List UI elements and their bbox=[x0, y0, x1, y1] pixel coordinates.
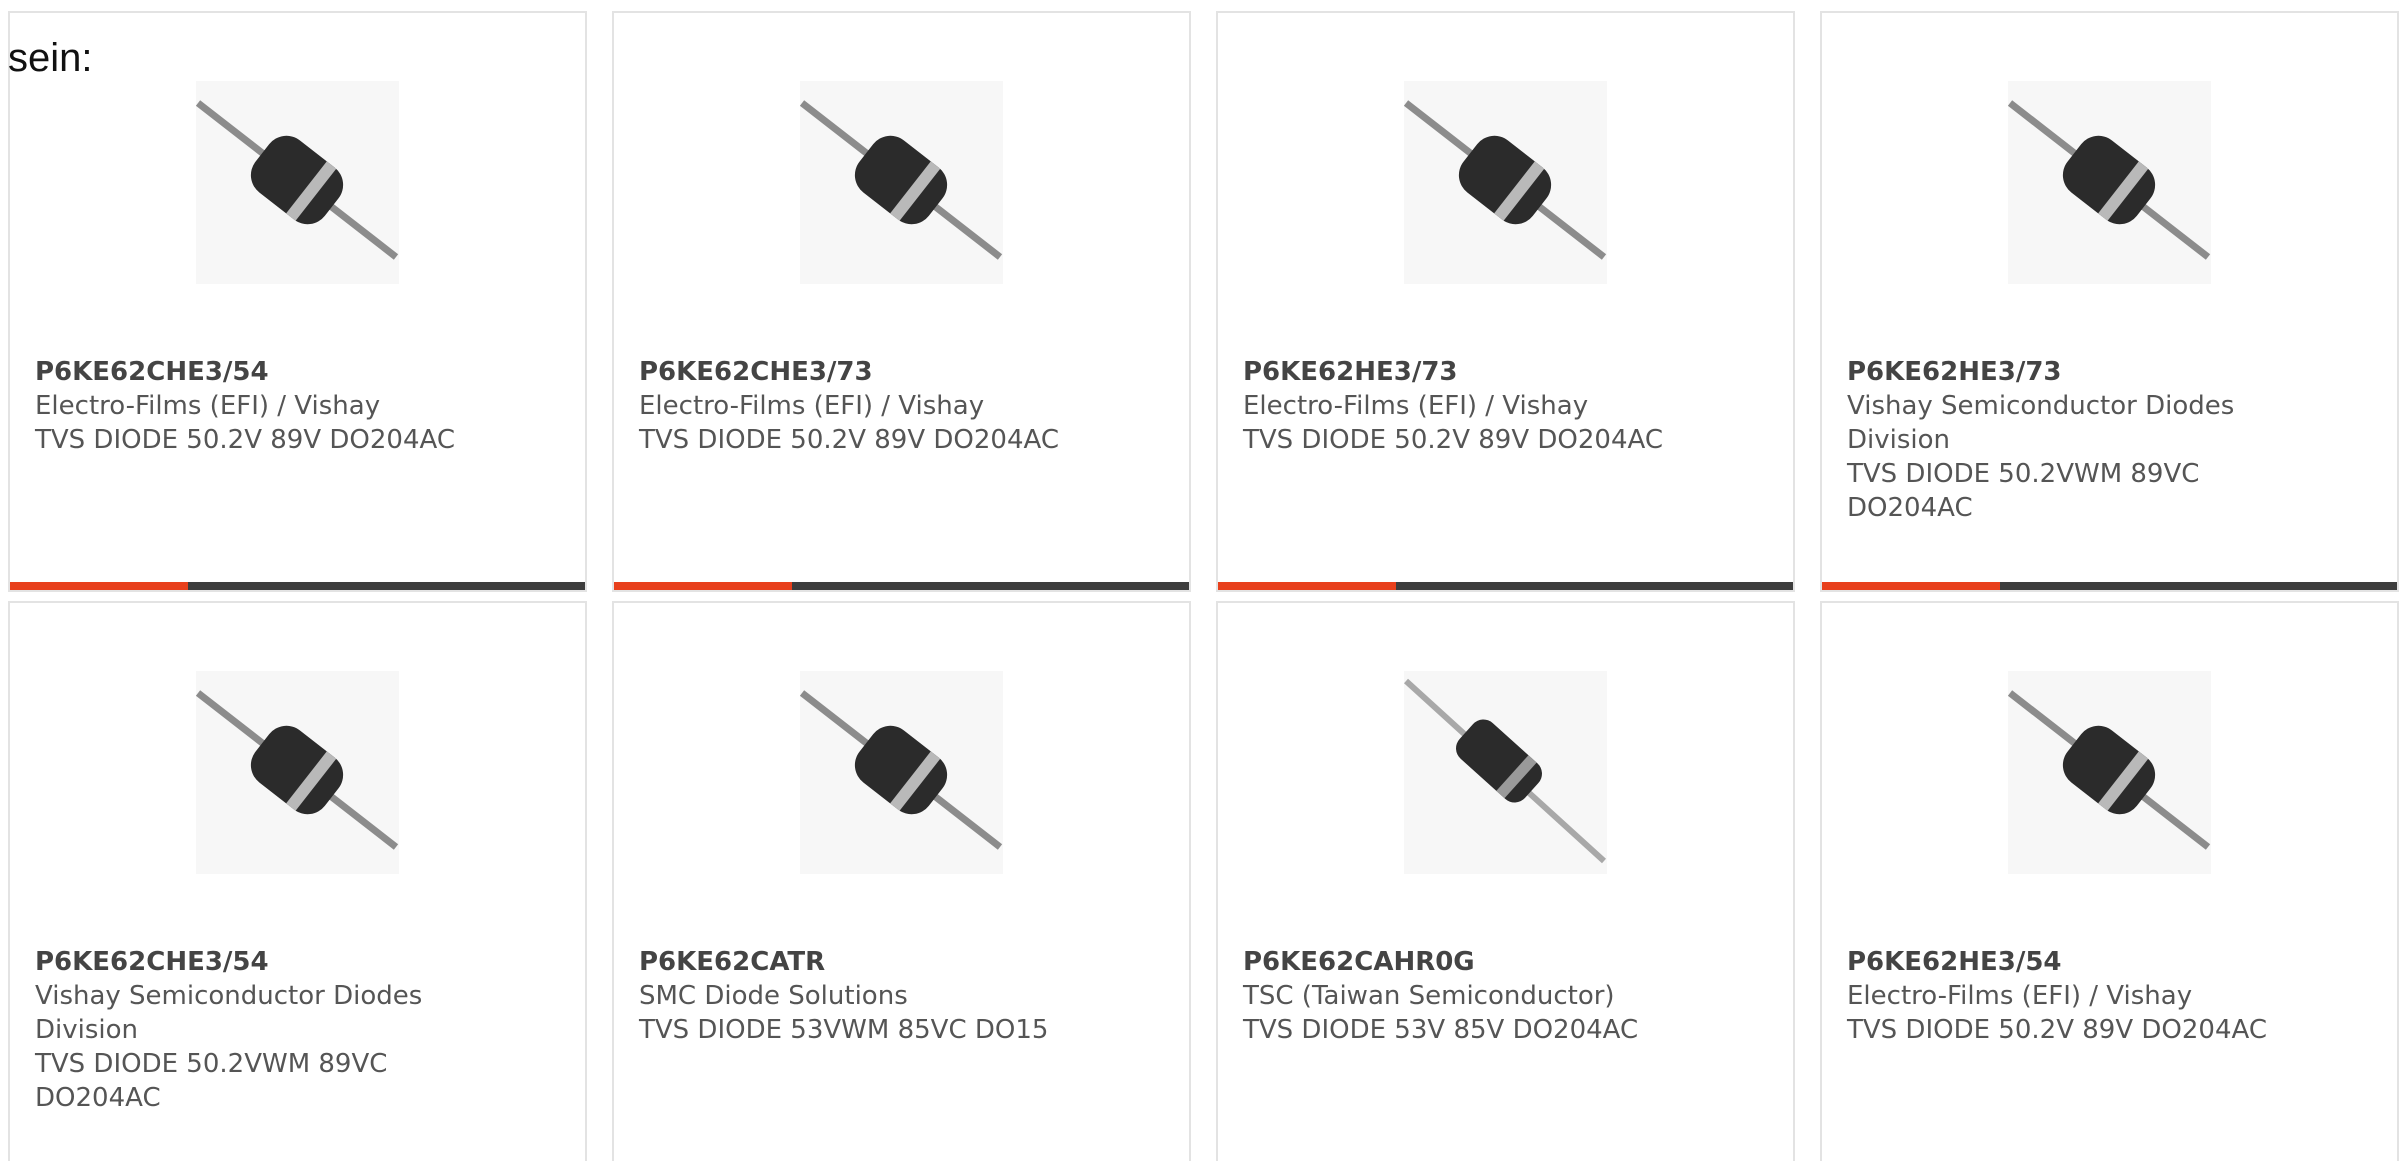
product-image[interactable] bbox=[800, 671, 1003, 874]
product-image[interactable] bbox=[1404, 671, 1607, 874]
card-progress-fill bbox=[10, 582, 189, 590]
product-image[interactable] bbox=[1404, 81, 1607, 284]
product-description: TVS DIODE 50.2VWM 89VC DO204AC bbox=[35, 1049, 388, 1113]
axial-diode-icon bbox=[2008, 100, 2211, 260]
product-info: P6KE62CHE3/54 Vishay Semiconductor Diode… bbox=[35, 945, 455, 1115]
axial-diode-icon bbox=[800, 100, 1003, 260]
product-info: P6KE62HE3/73 Vishay Semiconductor Diodes… bbox=[1847, 355, 2267, 525]
product-image[interactable] bbox=[2008, 81, 2211, 284]
part-number-link[interactable]: P6KE62CAHR0G bbox=[1243, 945, 1663, 979]
product-image[interactable] bbox=[196, 81, 399, 284]
product-info: P6KE62HE3/73 Electro-Films (EFI) / Visha… bbox=[1243, 355, 1663, 457]
manufacturer-name: Electro-Films (EFI) / Vishay bbox=[1847, 981, 2193, 1011]
product-description: TVS DIODE 50.2V 89V DO204AC bbox=[35, 425, 455, 455]
product-card[interactable]: P6KE62CATR SMC Diode Solutions TVS DIODE… bbox=[612, 601, 1191, 1161]
part-number-link[interactable]: P6KE62HE3/54 bbox=[1847, 945, 2267, 979]
product-description: TVS DIODE 50.2V 89V DO204AC bbox=[639, 425, 1059, 455]
product-card[interactable]: P6KE62CHE3/54 Electro-Films (EFI) / Vish… bbox=[8, 11, 587, 592]
card-progress-bar bbox=[614, 582, 1189, 590]
product-card[interactable]: P6KE62HE3/73 Vishay Semiconductor Diodes… bbox=[1820, 11, 2399, 592]
manufacturer-name: Electro-Films (EFI) / Vishay bbox=[1243, 391, 1589, 421]
card-progress-fill bbox=[1218, 582, 1397, 590]
part-number-link[interactable]: P6KE62CHE3/54 bbox=[35, 355, 455, 389]
product-image[interactable] bbox=[2008, 671, 2211, 874]
product-card[interactable]: P6KE62HE3/73 Electro-Films (EFI) / Visha… bbox=[1216, 11, 1795, 592]
manufacturer-name: Electro-Films (EFI) / Vishay bbox=[639, 391, 985, 421]
axial-diode-icon bbox=[800, 690, 1003, 850]
axial-diode-icon bbox=[1404, 100, 1607, 260]
card-progress-bar bbox=[10, 582, 585, 590]
product-image[interactable] bbox=[800, 81, 1003, 284]
axial-diode-slim-icon bbox=[1404, 678, 1607, 864]
part-number-link[interactable]: P6KE62HE3/73 bbox=[1847, 355, 2267, 389]
product-description: TVS DIODE 53VWM 85VC DO15 bbox=[639, 1015, 1049, 1045]
product-card[interactable]: P6KE62CAHR0G TSC (Taiwan Semiconductor) … bbox=[1216, 601, 1795, 1161]
product-description: TVS DIODE 53V 85V DO204AC bbox=[1243, 1015, 1639, 1045]
part-number-link[interactable]: P6KE62CHE3/54 bbox=[35, 945, 455, 979]
card-progress-fill bbox=[1822, 582, 2001, 590]
product-image[interactable] bbox=[196, 671, 399, 874]
part-number-link[interactable]: P6KE62CATR bbox=[639, 945, 1059, 979]
page: P6KE62CHE3/54 Electro-Films (EFI) / Vish… bbox=[0, 0, 2400, 1161]
axial-diode-icon bbox=[2008, 690, 2211, 850]
manufacturer-name: Vishay Semiconductor Diodes Division bbox=[35, 981, 423, 1045]
manufacturer-name: SMC Diode Solutions bbox=[639, 981, 908, 1011]
product-description: TVS DIODE 50.2V 89V DO204AC bbox=[1243, 425, 1663, 455]
product-info: P6KE62CHE3/54 Electro-Films (EFI) / Vish… bbox=[35, 355, 455, 457]
card-progress-bar bbox=[1218, 582, 1793, 590]
product-description: TVS DIODE 50.2VWM 89VC DO204AC bbox=[1847, 459, 2200, 523]
intro-text: sein: bbox=[8, 36, 93, 80]
product-card[interactable]: P6KE62CHE3/73 Electro-Films (EFI) / Vish… bbox=[612, 11, 1191, 592]
product-info: P6KE62CAHR0G TSC (Taiwan Semiconductor) … bbox=[1243, 945, 1663, 1047]
product-info: P6KE62HE3/54 Electro-Films (EFI) / Visha… bbox=[1847, 945, 2267, 1047]
manufacturer-name: Electro-Films (EFI) / Vishay bbox=[35, 391, 381, 421]
card-progress-bar bbox=[1822, 582, 2397, 590]
product-info: P6KE62CATR SMC Diode Solutions TVS DIODE… bbox=[639, 945, 1059, 1047]
product-card[interactable]: P6KE62CHE3/54 Vishay Semiconductor Diode… bbox=[8, 601, 587, 1161]
product-info: P6KE62CHE3/73 Electro-Films (EFI) / Vish… bbox=[639, 355, 1059, 457]
manufacturer-name: Vishay Semiconductor Diodes Division bbox=[1847, 391, 2235, 455]
product-grid: P6KE62CHE3/54 Electro-Films (EFI) / Vish… bbox=[8, 11, 2399, 1161]
manufacturer-name: TSC (Taiwan Semiconductor) bbox=[1243, 981, 1615, 1011]
product-card[interactable]: P6KE62HE3/54 Electro-Films (EFI) / Visha… bbox=[1820, 601, 2399, 1161]
part-number-link[interactable]: P6KE62HE3/73 bbox=[1243, 355, 1663, 389]
card-progress-fill bbox=[614, 582, 793, 590]
product-description: TVS DIODE 50.2V 89V DO204AC bbox=[1847, 1015, 2267, 1045]
axial-diode-icon bbox=[196, 100, 399, 260]
part-number-link[interactable]: P6KE62CHE3/73 bbox=[639, 355, 1059, 389]
axial-diode-icon bbox=[196, 690, 399, 850]
